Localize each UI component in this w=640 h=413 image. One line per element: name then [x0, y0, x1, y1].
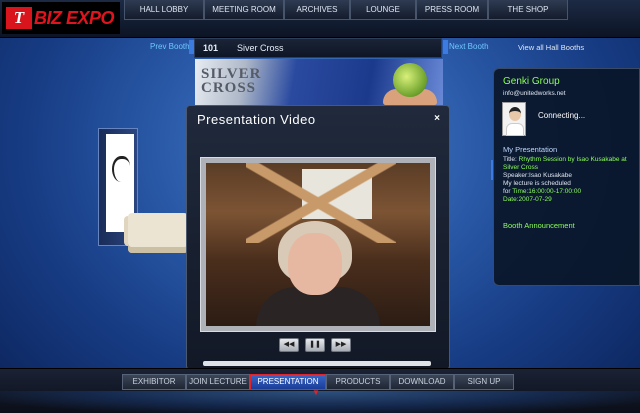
booth-name: Siver Cross: [237, 43, 284, 53]
schedule-note: My lecture is scheduled: [503, 180, 571, 187]
top-nav: HALL LOBBY MEETING ROOM ARCHIVES LOUNGE …: [124, 0, 568, 22]
chevron-down-icon: ▼: [312, 388, 320, 397]
nav-archives[interactable]: ARCHIVES: [284, 0, 350, 20]
banner-line-2: CROSS: [201, 80, 257, 96]
company-email[interactable]: info@unitedworks.net: [503, 90, 566, 97]
my-presentation-heading: My Presentation: [503, 145, 558, 154]
top-bar: T BIZ EXPO HALL LOBBY MEETING ROOM ARCHI…: [0, 0, 640, 38]
presentation-title[interactable]: Rhythm Session by Isao Kusakabe at Silve…: [503, 156, 627, 171]
nav-hall-lobby[interactable]: HALL LOBBY: [124, 0, 204, 20]
company-name: Genki Group: [503, 76, 560, 87]
speaker-line: Speaker:Isao Kusakabe: [503, 172, 573, 179]
next-booth-arrow-icon[interactable]: [443, 40, 448, 54]
modal-title: Presentation Video: [197, 112, 316, 127]
title-prefix: Title:: [503, 156, 519, 163]
booth-number: 101: [203, 43, 219, 53]
nav-download[interactable]: DOWNLOAD: [390, 374, 454, 390]
presentation-video-modal: Presentation Video × ◀◀ ❚❚ ▶▶: [186, 105, 450, 370]
face-illustration: [112, 156, 130, 182]
time-prefix: for: [503, 188, 513, 195]
avatar: [502, 102, 526, 136]
logo-mark: T: [6, 7, 32, 29]
nav-exhibitor[interactable]: EXHIBITOR: [122, 374, 186, 390]
tennis-ball-graphic: [393, 63, 427, 97]
presentation-details: Title: Rhythm Session by Isao Kusakabe a…: [503, 156, 638, 204]
nav-sign-up[interactable]: SIGN UP: [454, 374, 514, 390]
avatar-head: [509, 107, 521, 121]
nav-press-room[interactable]: PRESS ROOM: [416, 0, 488, 20]
nav-the-shop[interactable]: THE SHOP: [488, 0, 568, 20]
next-booth-link[interactable]: Next Booth: [449, 42, 489, 51]
prev-booth-link[interactable]: Prev Booth: [150, 42, 190, 51]
banner-line-1: SILVER: [201, 66, 262, 82]
biz-expo-logo[interactable]: T BIZ EXPO: [2, 2, 120, 34]
connection-status: Connecting...: [538, 111, 586, 120]
presentation-title-line: Title: Rhythm Session by Isao Kusakabe a…: [503, 156, 638, 172]
nav-meeting-room[interactable]: MEETING ROOM: [204, 0, 284, 20]
exhibitor-info-panel: Genki Group info@unitedworks.net Connect…: [493, 68, 640, 286]
pause-icon[interactable]: ❚❚: [305, 338, 325, 352]
fast-forward-icon[interactable]: ▶▶: [331, 338, 351, 352]
video-progress-bar[interactable]: [203, 361, 431, 366]
video-player[interactable]: [206, 163, 430, 326]
nav-lounge[interactable]: LOUNGE: [350, 0, 416, 20]
time-line: for Time:16:00:00-17:00:00: [503, 188, 638, 196]
avatar-body: [506, 123, 524, 136]
presentation-date: Date:2007-07-29: [503, 196, 552, 203]
presenter-face: [288, 233, 342, 295]
video-controls: ◀◀ ❚❚ ▶▶: [279, 338, 351, 352]
rewind-icon[interactable]: ◀◀: [279, 338, 299, 352]
booth-title-bar: 101 Siver Cross: [194, 38, 442, 58]
view-all-booths-link[interactable]: View all Hall Booths: [518, 43, 584, 52]
video-frame: [200, 157, 436, 332]
presentation-time: Time:16:00:00-17:00:00: [512, 188, 582, 195]
sofa: [128, 213, 188, 253]
close-icon[interactable]: ×: [434, 113, 440, 124]
nav-join-lecture[interactable]: JOIN LECTURE: [186, 374, 250, 390]
expo-stage: T BIZ EXPO HALL LOBBY MEETING ROOM ARCHI…: [0, 0, 640, 413]
booth-banner: SILVER CROSS: [195, 59, 443, 107]
booth-announcement-link[interactable]: Booth Announcement: [503, 221, 575, 230]
logo-text: BIZ EXPO: [34, 7, 115, 28]
banner-logo: SILVER CROSS: [201, 66, 262, 96]
nav-products[interactable]: PRODUCTS: [326, 374, 390, 390]
